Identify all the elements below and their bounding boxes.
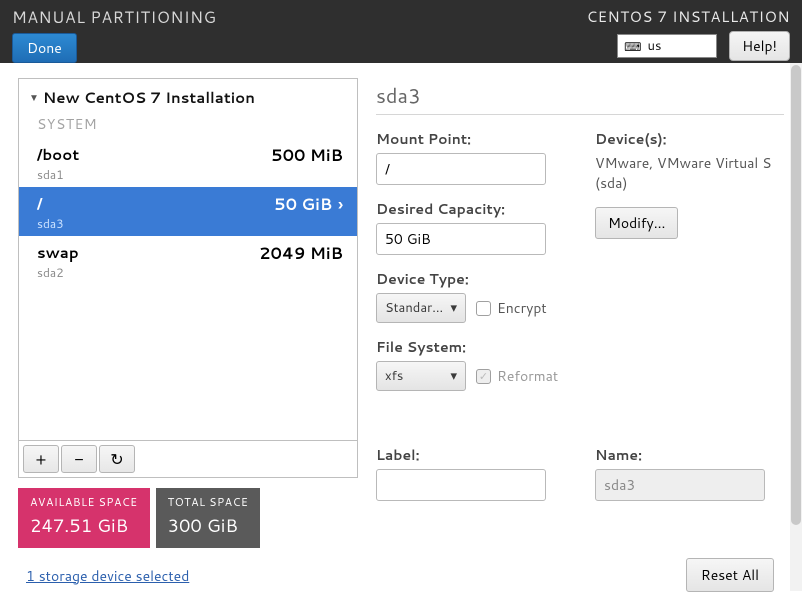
available-space-badge: AVAILABLE SPACE 247.51 GiB [18, 488, 150, 548]
name-label: Name: [595, 445, 784, 465]
partition-device: sda1 [37, 166, 79, 183]
label-label: Label: [376, 445, 565, 465]
detail-heading: sda3 [376, 82, 784, 115]
available-space-value: 247.51 GiB [30, 512, 138, 538]
partition-row[interactable]: swap sda2 2049 MiB [19, 236, 357, 285]
refresh-button[interactable]: ↻ [99, 445, 135, 473]
encrypt-label-text: Encrypt [497, 298, 547, 318]
device-type-label: Device Type: [376, 269, 565, 289]
modify-button[interactable]: Modify... [595, 207, 678, 239]
mount-point-input[interactable] [376, 153, 546, 185]
partition-mount: / [37, 193, 64, 214]
total-space-label: TOTAL SPACE [168, 494, 249, 510]
remove-partition-button[interactable]: − [61, 445, 97, 473]
available-space-label: AVAILABLE SPACE [30, 494, 138, 510]
reformat-checkbox-label: ✓ Reformat [476, 366, 558, 386]
installation-title: New CentOS 7 Installation [43, 87, 255, 108]
reformat-checkbox: ✓ [476, 369, 491, 384]
partition-device: sda3 [37, 215, 64, 232]
partition-device: sda2 [37, 264, 79, 281]
help-button[interactable]: Help! [729, 31, 790, 61]
device-type-value: Standar... [385, 299, 443, 317]
space-summary: AVAILABLE SPACE 247.51 GiB TOTAL SPACE 3… [18, 488, 358, 548]
system-section-label: SYSTEM [19, 112, 357, 138]
mount-point-label: Mount Point: [376, 129, 565, 149]
file-system-value: xfs [385, 367, 403, 385]
add-partition-button[interactable]: + [23, 445, 59, 473]
partition-toolbar: + − ↻ [19, 440, 357, 477]
encrypt-checkbox-label[interactable]: Encrypt [476, 298, 547, 318]
installation-expander[interactable]: ▼ New CentOS 7 Installation [19, 79, 357, 112]
caret-down-icon: ▾ [450, 299, 457, 317]
partition-list-panel: ▼ New CentOS 7 Installation SYSTEM /boot… [18, 78, 358, 478]
scrollbar-thumb[interactable] [791, 65, 801, 525]
total-space-badge: TOTAL SPACE 300 GiB [156, 488, 261, 548]
partition-size: 50 GiB [274, 193, 332, 216]
keyboard-icon: ⌨ [624, 38, 641, 55]
reformat-label-text: Reformat [497, 366, 558, 386]
name-input[interactable] [595, 469, 765, 501]
keyboard-layout-indicator[interactable]: ⌨ us [617, 34, 717, 58]
partition-row[interactable]: / sda3 50 GiB › [19, 187, 357, 236]
partition-size: 2049 MiB [259, 242, 343, 265]
devices-label: Device(s): [595, 129, 784, 149]
partition-size: 500 MiB [271, 144, 343, 167]
desired-capacity-input[interactable] [376, 223, 546, 255]
page-title: MANUAL PARTITIONING [12, 6, 216, 29]
storage-devices-link[interactable]: 1 storage device selected [26, 566, 358, 586]
keyboard-layout-text: us [648, 37, 662, 55]
detail-pane: sda3 Mount Point: Desired Capacity: Devi… [370, 78, 784, 592]
partition-mount: /boot [37, 144, 79, 165]
left-column: ▼ New CentOS 7 Installation SYSTEM /boot… [18, 78, 358, 592]
triangle-down-icon: ▼ [29, 91, 39, 105]
total-space-value: 300 GiB [168, 512, 249, 538]
desired-capacity-label: Desired Capacity: [376, 199, 565, 219]
encrypt-checkbox[interactable] [476, 301, 491, 316]
devices-value: VMware, VMware Virtual S (sda) [595, 153, 784, 193]
chevron-right-icon: › [338, 193, 343, 216]
installer-title: CENTOS 7 INSTALLATION [587, 6, 790, 27]
reset-all-button[interactable]: Reset All [686, 558, 774, 592]
done-button[interactable]: Done [12, 33, 77, 63]
caret-down-icon: ▾ [450, 367, 457, 385]
partition-mount: swap [37, 242, 79, 263]
device-type-select[interactable]: Standar... ▾ [376, 293, 466, 323]
partition-row[interactable]: /boot sda1 500 MiB [19, 138, 357, 187]
file-system-label: File System: [376, 337, 565, 357]
app-header: MANUAL PARTITIONING Done CENTOS 7 INSTAL… [0, 0, 802, 63]
file-system-select[interactable]: xfs ▾ [376, 361, 466, 391]
label-input[interactable] [376, 469, 546, 501]
